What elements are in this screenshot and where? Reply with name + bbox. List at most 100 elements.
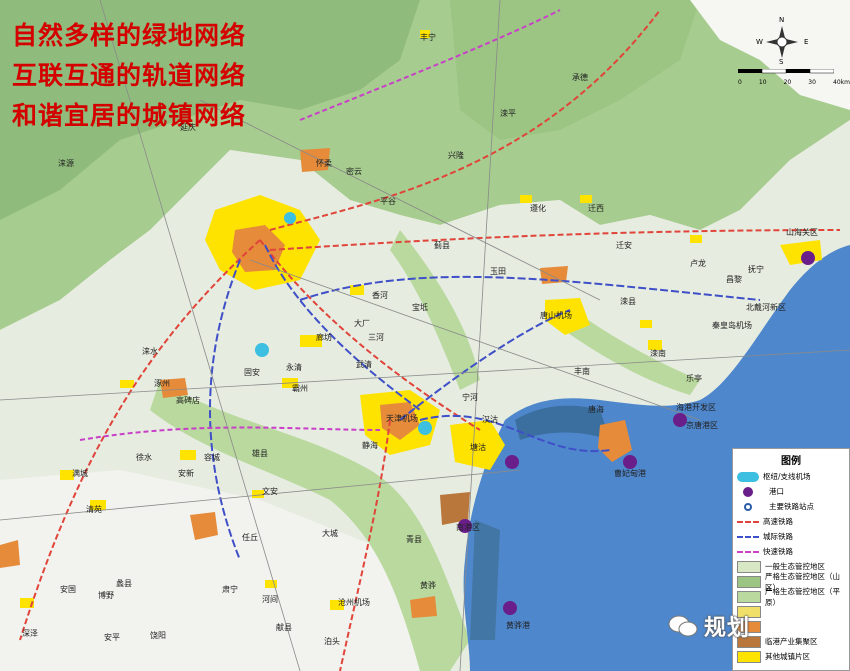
renqiu-urban — [190, 512, 218, 540]
anchor-icon — [673, 413, 687, 427]
headline-green-network: 自然多样的绿地网络 — [12, 21, 247, 50]
place-label: 玉田 — [490, 267, 506, 276]
place-label: 黄骅 — [420, 581, 436, 590]
legend-label: 临港产业集聚区 — [765, 637, 818, 646]
place-label: 天津机场 — [386, 414, 418, 423]
place-label: 滦南 — [650, 349, 666, 358]
airport-icon — [737, 471, 759, 482]
legend-item: 主要铁路站点 — [733, 499, 849, 514]
scale-label: 20 — [783, 79, 792, 86]
scale-label: 30 — [808, 79, 816, 86]
place-label: 献县 — [276, 623, 292, 632]
place-label: 宝坻 — [412, 303, 428, 312]
legend-label: 主要铁路站点 — [769, 502, 814, 511]
scale-labels: 0 10 20 30 40km — [738, 79, 850, 86]
airport-icon — [255, 343, 269, 357]
place-label: 徐水 — [136, 453, 152, 462]
place-label: 河间 — [262, 595, 278, 604]
watermark: 规划 — [668, 610, 750, 642]
place-label: 丰南 — [574, 367, 590, 376]
place-label: 乐亭 — [686, 374, 702, 383]
anchor-icon — [623, 455, 637, 469]
scale-label: 40km — [833, 79, 850, 86]
station-icon — [744, 502, 752, 511]
place-label: 京唐港区 — [686, 421, 718, 430]
place-label: 抚宁 — [748, 265, 764, 274]
place-label: 任丘 — [242, 533, 258, 542]
place-label: 容城 — [204, 453, 220, 462]
place-label: 海港开发区 — [676, 403, 716, 412]
compass-north: N — [779, 16, 785, 24]
legend-title: 图例 — [781, 456, 801, 467]
place-label: 兴隆 — [448, 151, 464, 160]
place-label: 丰宁 — [420, 33, 436, 42]
scale-label: 0 — [738, 79, 742, 86]
compass-east: E — [804, 38, 809, 46]
legend-item — [733, 619, 849, 634]
legend-item: 高速铁路 — [733, 514, 849, 529]
anchor-icon — [801, 251, 815, 265]
place-label: 涞水 — [142, 347, 158, 356]
legend-swatch — [737, 560, 761, 573]
regional-map: 自然多样的绿地网络 互联互通的轨道网络 和谐宜居的城镇网络 天津机场 唐山机场 秦皇… — [0, 0, 850, 671]
place-label: 文安 — [262, 487, 278, 496]
headline-rail-network: 互联互通的轨道网络 — [12, 61, 247, 90]
place-label: 滦平 — [500, 109, 516, 118]
place-label: 青县 — [406, 535, 422, 544]
place-label: 山海关区 — [786, 228, 818, 237]
place-label: 卢龙 — [690, 259, 706, 268]
place-label: 清苑 — [86, 505, 102, 514]
place-label: 延庆 — [180, 123, 196, 132]
place-label: 霸州 — [292, 384, 308, 393]
place-label: 唐海 — [588, 405, 604, 414]
airport-icon — [284, 212, 296, 224]
intercity-line — [737, 535, 759, 538]
compass-rose: N S E W — [752, 16, 812, 66]
legend-label: 港口 — [769, 487, 784, 496]
legend-item: 严格生态管控地区（平原） — [733, 587, 849, 607]
place-label: 静海 — [362, 441, 378, 450]
place-label: 安平 — [104, 633, 120, 642]
legend-label: 城际铁路 — [763, 532, 793, 541]
place-label: 滦县 — [620, 297, 636, 306]
place-label: 高碑店 — [176, 396, 200, 405]
coastal-zone-south — [470, 520, 500, 640]
place-label: 蠡县 — [116, 579, 132, 588]
place-label: 廊坊 — [316, 333, 332, 342]
place-label: 塘沽 — [470, 443, 486, 452]
place-label: 南港区 — [456, 523, 480, 532]
compass-west: W — [756, 38, 763, 46]
place-label: 北戴河新区 — [746, 303, 786, 312]
legend-swatch — [737, 575, 761, 588]
place-label: 武清 — [356, 360, 372, 369]
place-label: 固安 — [244, 368, 260, 377]
place-label: 平谷 — [380, 197, 396, 206]
legend-swatch — [737, 590, 761, 603]
place-label: 香河 — [372, 291, 388, 300]
scale-bar: 0 10 20 30 40km — [738, 60, 850, 86]
anchor-icon — [743, 486, 753, 497]
place-label: 汉沽 — [482, 415, 498, 424]
anchor-icon — [503, 601, 517, 615]
hsr-line — [737, 520, 759, 523]
place-label: 宁河 — [462, 393, 478, 402]
place-label: 满城 — [72, 469, 88, 478]
airport-icon — [418, 421, 432, 435]
place-label: 涞源 — [58, 159, 74, 168]
place-label: 密云 — [346, 167, 362, 176]
place-label: 曹妃甸港 — [614, 469, 646, 478]
place-label: 饶阳 — [150, 631, 166, 640]
legend-label: 高速铁路 — [763, 517, 793, 526]
place-label: 博野 — [98, 591, 114, 600]
place-label: 沧州机场 — [338, 598, 370, 607]
place-label: 大厂 — [354, 319, 370, 328]
legend-item: 其他城镇片区 — [733, 649, 849, 664]
legend-swatch — [737, 650, 761, 663]
legend-item: 港口 — [733, 484, 849, 499]
legend-label: 严格生态管控地区（平原） — [765, 586, 840, 607]
express-line — [737, 550, 759, 553]
place-label: 大城 — [322, 529, 338, 538]
place-label: 三河 — [368, 333, 384, 342]
legend-item: 快速铁路 — [733, 544, 849, 559]
place-label: 迁西 — [588, 204, 604, 213]
